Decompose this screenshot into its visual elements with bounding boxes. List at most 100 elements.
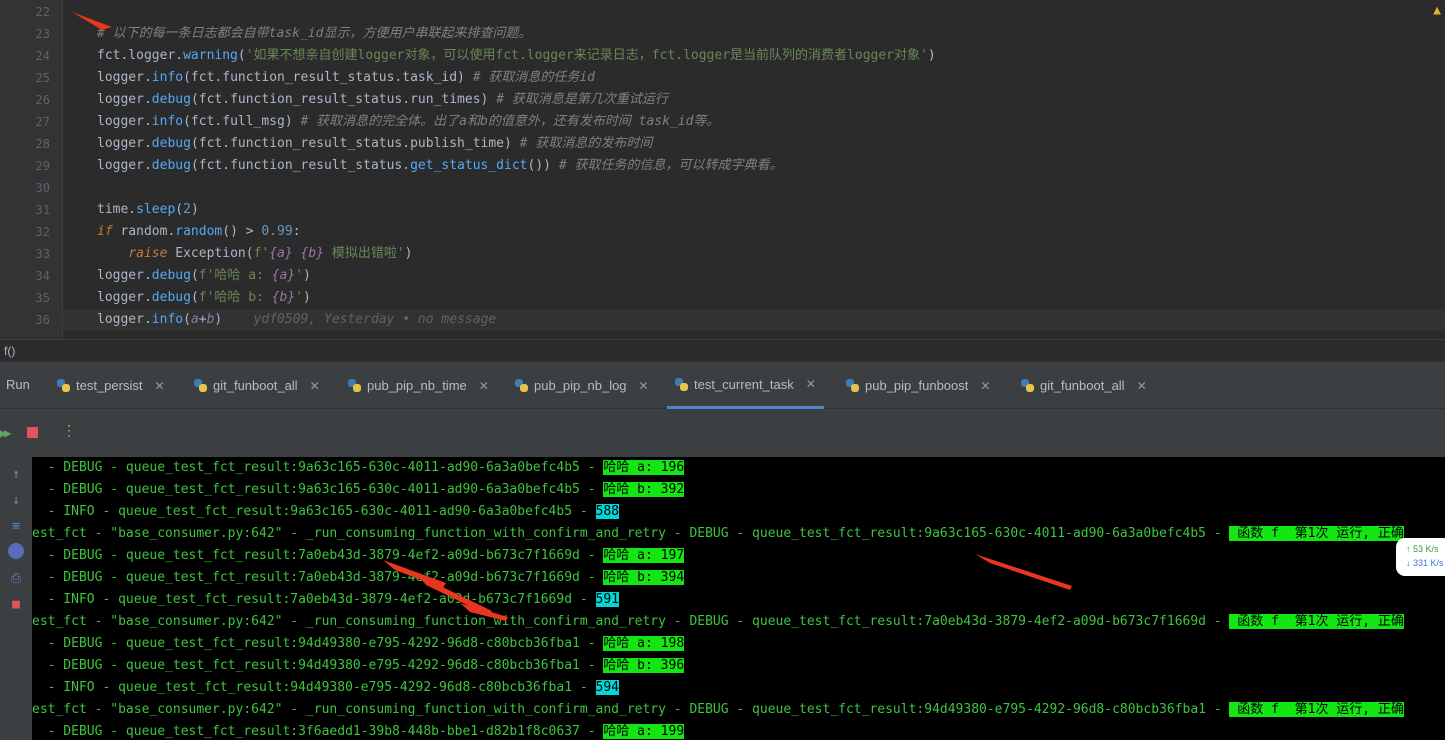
scroll-down-icon[interactable]: ↓ (6, 493, 26, 508)
run-tab[interactable]: pub_pip_nb_time ✕ (340, 362, 497, 409)
run-tab-label: pub_pip_nb_time (367, 378, 467, 393)
code-token: (fct.full_msg) (183, 114, 301, 129)
code-line[interactable]: logger.info(fct.full_msg) # 获取消息的完全体。出了a… (97, 111, 719, 133)
code-token: time. (97, 202, 137, 217)
run-tab[interactable]: git_funboot_all ✕ (186, 362, 328, 409)
code-token: logger. (97, 290, 152, 305)
breadcrumb[interactable]: f() (0, 339, 1445, 361)
code-token: ) (303, 268, 311, 283)
print-icon[interactable]: ⎙ (6, 571, 26, 586)
code-line[interactable]: logger.debug(f'哈哈 a: {a}') (97, 265, 311, 287)
code-token: ( (190, 268, 199, 283)
code-token: debug (151, 92, 191, 107)
code-token: # 以下的每一条日志都会自带task_id显示，方便用户串联起来排查问题。 (97, 26, 532, 41)
soft-wrap-icon[interactable]: ≡ (6, 519, 26, 534)
code-token: a (190, 312, 199, 327)
scroll-up-icon[interactable]: ↑ (6, 467, 26, 482)
run-tab-label: git_funboot_all (213, 378, 298, 393)
code-token: random (175, 224, 223, 239)
code-token: info (151, 312, 184, 327)
run-tab[interactable]: test_persist ✕ (49, 362, 173, 409)
stop-icon[interactable] (27, 427, 38, 438)
console-line: - DEBUG - queue_test_fct_result:7a0eb43d… (32, 545, 685, 567)
code-token: logger. (97, 114, 152, 129)
warning-icon[interactable]: ▲ (1433, 3, 1441, 18)
code-token: sleep (136, 202, 176, 217)
run-tab[interactable]: git_funboot_all ✕ (1013, 362, 1155, 409)
code-token: debug (151, 290, 191, 305)
code-token: logger. (97, 136, 152, 151)
code-token: f'哈哈 b: (198, 290, 272, 305)
python-icon (846, 379, 859, 392)
console-output[interactable]: - DEBUG - queue_test_fct_result:9a63c165… (32, 457, 1445, 740)
log-text: - INFO - queue_test_fct_result:94d49380-… (32, 680, 596, 695)
code-token: ( (183, 312, 191, 327)
run-tab[interactable]: test_current_task ✕ (667, 362, 824, 409)
run-tab[interactable]: pub_pip_nb_log ✕ (507, 362, 657, 409)
clear-all-icon[interactable]: ■ (6, 597, 26, 612)
code-token: (fct.function_result_status.run_times) (190, 92, 497, 107)
log-highlight: 哈哈 b: 394 (603, 570, 685, 585)
log-highlight: 588 (595, 504, 620, 519)
rerun-icon[interactable]: ▶▶ (0, 426, 12, 440)
code-token: logger. (97, 92, 152, 107)
close-icon[interactable]: ✕ (154, 379, 164, 393)
code-token: debug (151, 158, 191, 173)
code-token: Exception( (175, 246, 254, 261)
code-token: {a} (271, 268, 296, 283)
code-token: info (151, 114, 184, 129)
code-line[interactable]: logger.info(a+b) ydf0509, Yesterday • no… (97, 309, 496, 331)
code-line[interactable]: time.sleep(2) (97, 199, 199, 221)
line-number: 33 (35, 247, 50, 261)
code-token: get_status_dict (410, 158, 528, 173)
log-text: - DEBUG - queue_test_fct_result:94d49380… (32, 636, 604, 651)
code-line[interactable]: # 以下的每一条日志都会自带task_id显示，方便用户串联起来排查问题。 (97, 23, 531, 45)
code-token: '如果不想亲自创建logger对象，可以使用fct.logger来记录日志，fc… (245, 48, 928, 63)
close-icon[interactable]: ✕ (980, 379, 990, 393)
log-text: - INFO - queue_test_fct_result:9a63c165-… (32, 504, 596, 519)
code-token: ( (190, 290, 199, 305)
code-token: random. (120, 224, 176, 239)
close-icon[interactable]: ✕ (806, 377, 816, 391)
code-token: (fct.function_result_status. (190, 158, 411, 173)
console-line: - INFO - queue_test_fct_result:94d49380-… (32, 677, 620, 699)
code-token: f'哈哈 a: (198, 268, 272, 283)
line-number: 32 (35, 225, 50, 239)
console-line: est_fct - "base_consumer.py:642" - _run_… (32, 523, 1404, 545)
code-token: : (292, 224, 301, 239)
code-token: 模拟出错啦' (324, 246, 405, 261)
console-line: est_fct - "base_consumer.py:642" - _run_… (32, 611, 1404, 633)
console-line: - DEBUG - queue_test_fct_result:9a63c165… (32, 457, 685, 479)
code-line[interactable]: logger.debug(fct.function_result_status.… (97, 155, 782, 177)
line-number: 26 (35, 93, 50, 107)
code-token: {b} (300, 246, 325, 261)
console-line: - DEBUG - queue_test_fct_result:94d49380… (32, 655, 685, 677)
code-token: ) (404, 246, 413, 261)
more-options-icon[interactable]: ⋮ (62, 423, 76, 439)
scroll-to-end-icon[interactable] (6, 543, 26, 563)
download-speed: ↓ 331 K/s (1406, 558, 1444, 568)
run-toolbar: ▶▶ ⋮ (0, 409, 1445, 457)
close-icon[interactable]: ✕ (1137, 379, 1147, 393)
close-icon[interactable]: ✕ (310, 379, 320, 393)
close-icon[interactable]: ✕ (639, 379, 649, 393)
console-line: est_fct - "base_consumer.py:642" - _run_… (32, 699, 1404, 721)
run-tab-label: git_funboot_all (1040, 378, 1125, 393)
line-number: 29 (35, 159, 50, 173)
code-line[interactable]: logger.debug(fct.function_result_status.… (97, 133, 652, 155)
code-editor[interactable]: 22 23 24 25 26 27 28 29 30 31 32 33 34 35 36 ▲ # 以下的每一… (0, 0, 1445, 339)
code-token: ( (237, 48, 246, 63)
code-line[interactable]: fct.logger.warning('如果不想亲自创建logger对象，可以使… (97, 45, 936, 67)
code-line[interactable]: if random.random() > 0.99: (97, 221, 301, 243)
code-line[interactable]: logger.debug(fct.function_result_status.… (97, 89, 668, 111)
run-tab[interactable]: pub_pip_funboost ✕ (838, 362, 998, 409)
log-highlight: 哈哈 b: 392 (603, 482, 685, 497)
log-text: - DEBUG - queue_test_fct_result:94d49380… (32, 658, 604, 673)
code-line[interactable]: raise Exception(f'{a} {b} 模拟出错啦') (97, 243, 413, 265)
code-line[interactable]: logger.debug(f'哈哈 b: {b}') (97, 287, 311, 309)
line-number: 23 (35, 27, 50, 41)
line-number: 36 (35, 313, 50, 327)
close-icon[interactable]: ✕ (479, 379, 489, 393)
code-line[interactable]: logger.info(fct.function_result_status.t… (97, 67, 595, 89)
